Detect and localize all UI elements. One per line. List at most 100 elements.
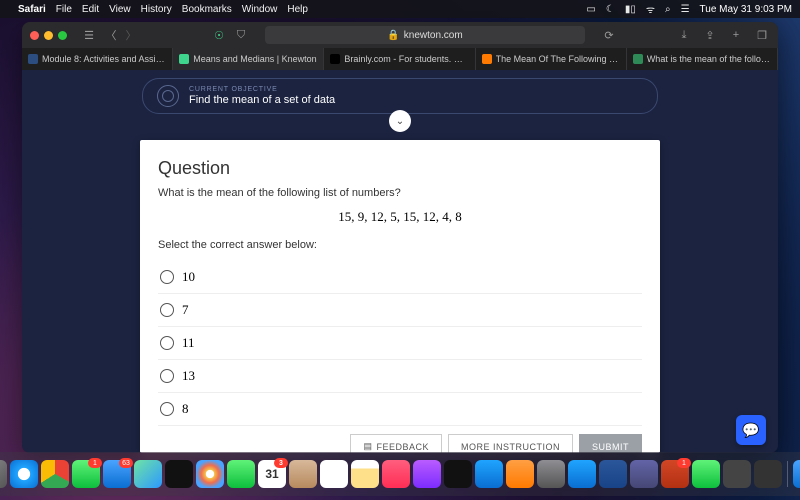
radio-icon [160, 336, 174, 350]
favicon [28, 54, 38, 64]
browser-tab[interactable]: Means and Medians | Knewton [173, 48, 324, 70]
dock-appstore-icon[interactable] [475, 460, 503, 488]
menu-help[interactable]: Help [287, 4, 308, 15]
search-icon[interactable]: ⌕ [665, 4, 671, 15]
answer-option[interactable]: 8 [158, 393, 642, 425]
dock-music-icon[interactable] [382, 460, 410, 488]
objective-label: CURRENT OBJECTIVE [189, 86, 335, 93]
dock-wallet-icon[interactable] [165, 460, 193, 488]
share-icon[interactable]: ⇪ [702, 29, 718, 42]
safari-window: ☰ 〈 〉 ☉ ⛉ 🔒 knewton.com ⟳ ⤓ ⇪ + ❐ Module… [22, 22, 778, 453]
option-label: 8 [182, 401, 189, 417]
answer-option[interactable]: 11 [158, 327, 642, 360]
dock-photos-icon[interactable] [196, 460, 224, 488]
dock-word-icon[interactable] [599, 460, 627, 488]
window-controls [30, 31, 67, 40]
dock-messages-icon[interactable]: 1 [72, 460, 100, 488]
battery-icon[interactable]: ▮▯ [625, 4, 636, 15]
browser-toolbar: ☰ 〈 〉 ☉ ⛉ 🔒 knewton.com ⟳ ⤓ ⇪ + ❐ [22, 22, 778, 48]
dock-maps-icon[interactable] [134, 460, 162, 488]
badge: 1 [677, 458, 691, 468]
option-label: 10 [182, 269, 195, 285]
tabs-overview-icon[interactable]: ❐ [754, 29, 770, 42]
wifi-icon[interactable]: ᯤ [646, 2, 655, 16]
question-numbers: 15, 9, 12, 5, 15, 12, 4, 8 [158, 209, 642, 225]
speech-icon: ▤ [363, 441, 372, 452]
download-icon[interactable]: ⤓ [676, 29, 692, 42]
submit-button[interactable]: SUBMIT [579, 434, 642, 453]
privacy-report-icon[interactable]: ☉ [211, 29, 227, 42]
dock-notes-icon[interactable] [351, 460, 379, 488]
dock-teams-icon[interactable] [630, 460, 658, 488]
dock-books-icon[interactable] [506, 460, 534, 488]
tab-bar: Module 8: Activities and Assignments…Mea… [22, 48, 778, 70]
dock-settings-icon[interactable] [537, 460, 565, 488]
dnd-icon[interactable]: ☾ [606, 4, 615, 15]
address-host: knewton.com [404, 30, 463, 41]
minimize-window-button[interactable] [44, 31, 53, 40]
card-footer: ▤FEEDBACK MORE INSTRUCTION SUBMIT [158, 425, 642, 453]
select-answer-label: Select the correct answer below: [158, 239, 642, 251]
answer-option[interactable]: 10 [158, 261, 642, 294]
dock-app2-icon[interactable] [754, 460, 782, 488]
browser-tab[interactable]: Module 8: Activities and Assignments… [22, 48, 173, 70]
dock-contacts-icon[interactable] [289, 460, 317, 488]
dock-safari-icon[interactable] [10, 460, 38, 488]
dock-app1-icon[interactable] [723, 460, 751, 488]
dock-facetime-icon[interactable] [227, 460, 255, 488]
close-window-button[interactable] [30, 31, 39, 40]
sidebar-icon[interactable]: ☰ [81, 29, 97, 42]
menubar-datetime[interactable]: Tue May 31 9:03 PM [700, 4, 792, 15]
browser-tab[interactable]: What is the mean of the following list… [627, 48, 778, 70]
question-prompt: What is the mean of the following list o… [158, 187, 642, 199]
expand-chevron-icon[interactable]: ⌄ [389, 110, 411, 132]
control-center-icon[interactable]: ☰ [681, 4, 690, 15]
objective-text: Find the mean of a set of data [189, 94, 335, 106]
more-instruction-button[interactable]: MORE INSTRUCTION [448, 434, 573, 453]
badge: 63 [119, 458, 133, 468]
menu-view[interactable]: View [109, 4, 131, 15]
dock-mail-icon[interactable]: 63 [103, 460, 131, 488]
dock-onedrive-icon[interactable] [568, 460, 596, 488]
tracker-shield-icon[interactable]: ⛉ [233, 29, 249, 42]
menu-window[interactable]: Window [242, 4, 278, 15]
chat-icon: 💬 [742, 422, 759, 439]
dock-reminders-icon[interactable] [320, 460, 348, 488]
macos-menubar: Safari File Edit View History Bookmarks … [0, 0, 800, 18]
radio-icon [160, 270, 174, 284]
menu-history[interactable]: History [141, 4, 172, 15]
app-name[interactable]: Safari [18, 4, 46, 15]
option-label: 11 [182, 335, 195, 351]
favicon [330, 54, 340, 64]
forward-button[interactable]: 〉 [123, 27, 139, 43]
dock-powerpoint-icon[interactable]: 1 [661, 460, 689, 488]
dock-podcasts-icon[interactable] [413, 460, 441, 488]
badge: 1 [88, 458, 102, 468]
dock-calendar-icon[interactable]: 313 [258, 460, 286, 488]
reload-icon[interactable]: ⟳ [601, 29, 617, 42]
chat-widget-button[interactable]: 💬 [736, 415, 766, 445]
menu-file[interactable]: File [56, 4, 72, 15]
answer-option[interactable]: 7 [158, 294, 642, 327]
answer-option[interactable]: 13 [158, 360, 642, 393]
dock-numbers-icon[interactable] [692, 460, 720, 488]
display-icon[interactable]: ▭ [586, 4, 595, 15]
radio-icon [160, 369, 174, 383]
dock-chrome-icon[interactable] [41, 460, 69, 488]
browser-tab[interactable]: Brainly.com - For students. By studen… [324, 48, 475, 70]
favicon [633, 54, 643, 64]
objective-target-icon [157, 85, 179, 107]
dock-launchpad-icon[interactable] [0, 460, 7, 488]
dock-download-icon[interactable] [793, 460, 800, 488]
current-objective-banner: CURRENT OBJECTIVE Find the mean of a set… [142, 78, 658, 114]
favicon [179, 54, 189, 64]
fullscreen-window-button[interactable] [58, 31, 67, 40]
feedback-button[interactable]: ▤FEEDBACK [350, 434, 442, 453]
menu-edit[interactable]: Edit [82, 4, 99, 15]
new-tab-icon[interactable]: + [728, 29, 744, 42]
browser-tab[interactable]: The Mean Of The Following Five Num… [476, 48, 627, 70]
menu-bookmarks[interactable]: Bookmarks [182, 4, 232, 15]
dock-tv-icon[interactable] [444, 460, 472, 488]
back-button[interactable]: 〈 [103, 27, 119, 43]
address-bar[interactable]: 🔒 knewton.com [265, 26, 585, 44]
